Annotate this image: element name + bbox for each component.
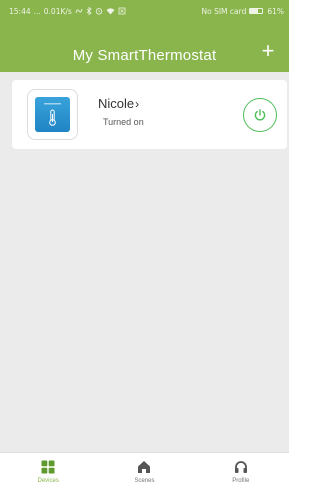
status-carrier: No SIM card — [201, 6, 247, 16]
sim-icon — [118, 7, 126, 15]
nav-label-profile: Profile — [232, 478, 250, 484]
thermostat-icon — [35, 97, 70, 132]
headphones-icon — [234, 460, 248, 474]
nav-label-devices: Devices — [37, 478, 59, 484]
status-bar: 15:44 ... 0.01K/s No SIM card 61% — [0, 0, 289, 22]
alarm-icon — [95, 8, 103, 15]
bluetooth-icon — [86, 7, 92, 15]
link-icon — [75, 8, 83, 14]
device-name-link[interactable]: Nicole › — [98, 96, 139, 111]
status-battery: 61% — [267, 6, 284, 16]
wifi-icon — [106, 8, 115, 15]
nav-item-profile[interactable]: Profile — [206, 453, 276, 491]
bottom-nav: Devices Scenes Profile — [0, 452, 289, 491]
battery-icon — [249, 8, 264, 14]
status-time: 15:44 — [9, 6, 31, 16]
status-right: No SIM card 61% — [201, 7, 284, 16]
status-dots: ... — [33, 6, 41, 16]
battery-fill — [250, 9, 258, 13]
device-icon-frame — [27, 89, 78, 140]
device-status: Turned on — [103, 117, 144, 127]
add-device-button[interactable]: + — [257, 40, 279, 62]
home-icon — [137, 460, 151, 474]
power-icon — [254, 109, 266, 121]
chevron-right-icon: › — [135, 96, 140, 111]
nav-item-scenes[interactable]: Scenes — [109, 453, 179, 491]
page-title: My SmartThermostat — [72, 46, 217, 64]
app-screen: 15:44 ... 0.01K/s No SIM card 61% My Sma… — [0, 0, 289, 491]
device-name: Nicole — [98, 96, 135, 111]
status-left: 15:44 ... 0.01K/s — [9, 7, 126, 16]
power-button[interactable] — [243, 98, 277, 132]
app-header: 15:44 ... 0.01K/s No SIM card 61% My Sma… — [0, 0, 289, 72]
nav-label-scenes: Scenes — [134, 478, 155, 484]
title-bar: My SmartThermostat + — [0, 40, 289, 70]
status-speed: 0.01K/s — [43, 6, 72, 16]
device-card[interactable]: Nicole › Turned on — [12, 80, 287, 149]
grid-icon — [41, 460, 55, 474]
nav-item-devices[interactable]: Devices — [13, 453, 83, 491]
